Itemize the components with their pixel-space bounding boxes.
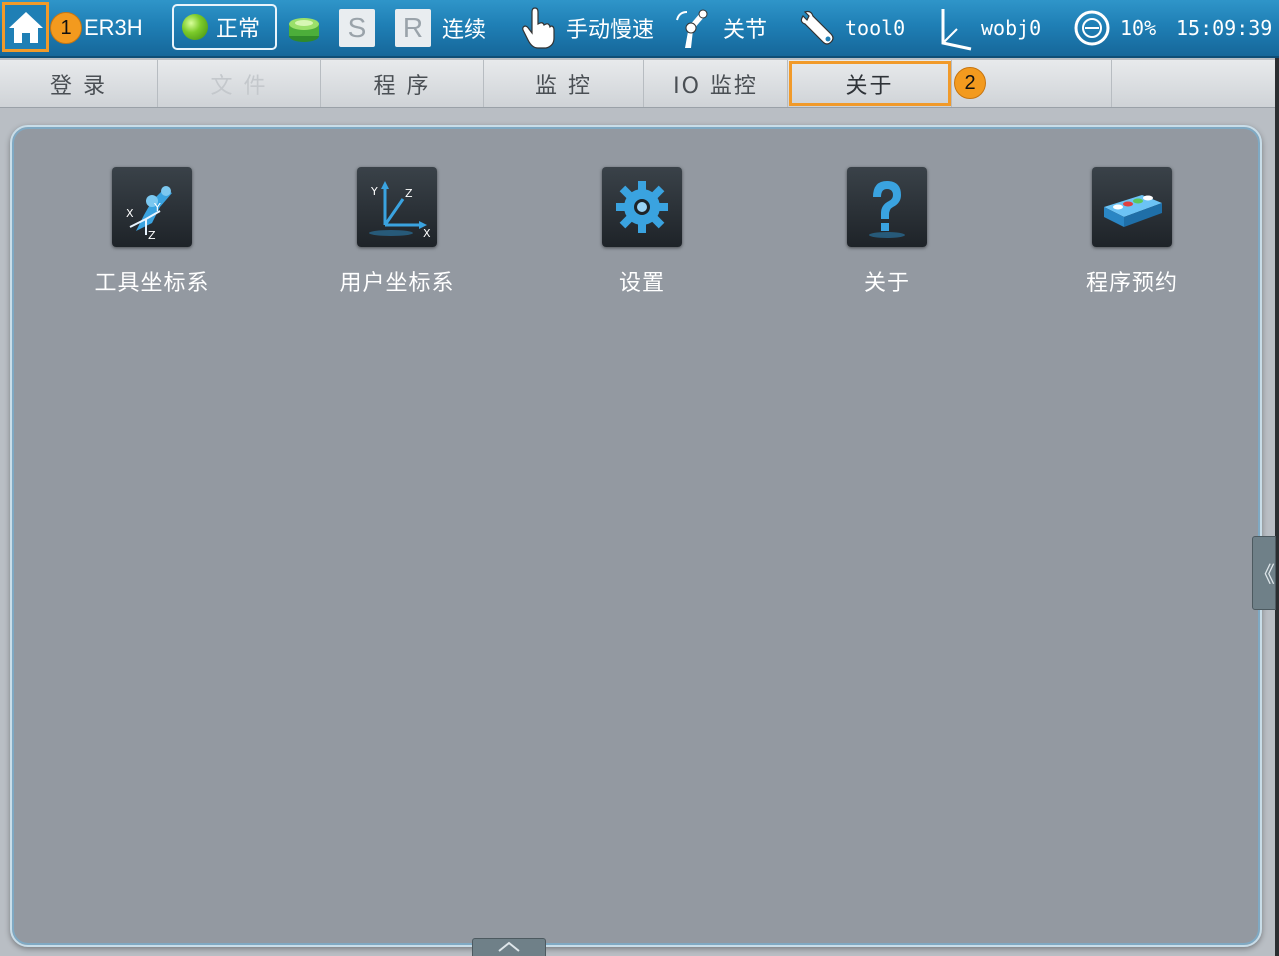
app-settings[interactable]: 设置 — [552, 167, 732, 297]
svg-text:Z: Z — [148, 229, 156, 242]
svg-text:X: X — [126, 207, 134, 220]
coord-mode-label: 关节 — [723, 18, 768, 43]
side-panel-toggle[interactable]: 《 — [1252, 536, 1276, 610]
tab-file[interactable]: 文 件 — [158, 60, 321, 107]
coord-mode-button[interactable]: 关节 — [675, 0, 767, 56]
controller-name: ER3H — [84, 15, 143, 40]
speed-label: 10% — [1120, 16, 1157, 40]
status-label: 正常 — [216, 17, 261, 42]
user-frame-axes-icon: Y Z X — [357, 167, 437, 247]
svg-text:Z: Z — [405, 187, 413, 200]
question-mark-icon — [847, 167, 927, 247]
clock: 15:09:39 — [1176, 16, 1273, 40]
robot-joint-icon — [676, 9, 708, 48]
tab-monitor[interactable]: 监 控 — [484, 60, 644, 107]
wrench-icon — [800, 10, 834, 45]
work-object-axes-icon — [941, 9, 972, 51]
tool-selector[interactable]: tool0 — [797, 0, 905, 56]
servo-indicator[interactable]: S — [339, 9, 375, 47]
top-status-bar: 1 ER3H 正常 S R 连续 手动慢速 关节 tool0 wobj0 10%… — [0, 0, 1279, 58]
status-indicator[interactable]: 正常 — [172, 4, 277, 50]
status-ok-icon — [182, 14, 208, 40]
app-label: 程序预约 — [1085, 271, 1178, 296]
robot-arm-axes-icon: X Y Z — [112, 167, 192, 247]
app-label: 关于 — [863, 271, 910, 296]
home-button[interactable] — [2, 2, 49, 52]
run-indicator[interactable]: R — [395, 9, 431, 47]
tab-io-monitor[interactable]: IO 监控 — [644, 60, 788, 107]
app-label: 工具坐标系 — [94, 271, 210, 296]
app-about[interactable]: 关于 — [797, 167, 977, 297]
window-edge — [1275, 58, 1279, 956]
svg-text:Y: Y — [153, 201, 161, 214]
speed-dial-icon — [1074, 10, 1110, 46]
svg-text:Y: Y — [370, 185, 378, 198]
app-launcher-panel: X Y Z 工具坐标系 Y Z X 用户坐标系 设置 关于 程序预约 — [10, 125, 1262, 947]
tab-login[interactable]: 登 录 — [0, 60, 158, 107]
app-label: 用户坐标系 — [339, 271, 455, 296]
speed-selector[interactable]: 10% — [1072, 0, 1156, 56]
run-mode[interactable]: 连续 — [442, 12, 486, 44]
tab-program[interactable]: 程 序 — [321, 60, 484, 107]
app-user-frame[interactable]: Y Z X 用户坐标系 — [307, 167, 487, 297]
bottom-panel-toggle[interactable] — [472, 938, 546, 956]
wobj-selector[interactable]: wobj0 — [935, 0, 1041, 56]
jog-mode-button[interactable]: 手动慢速 — [518, 0, 654, 56]
svg-text:X: X — [423, 227, 431, 240]
app-tool-frame[interactable]: X Y Z 工具坐标系 — [62, 167, 242, 297]
motor-status[interactable] — [286, 0, 322, 56]
wobj-label: wobj0 — [981, 16, 1042, 40]
home-icon — [8, 12, 43, 43]
tool-label: tool0 — [845, 16, 906, 40]
motor-power-icon — [289, 18, 319, 42]
hand-pointer-icon — [522, 7, 555, 49]
callout-2: 2 — [954, 67, 986, 99]
gear-icon — [602, 167, 682, 247]
jog-mode-label: 手动慢速 — [566, 18, 655, 43]
main-tab-bar: 登 录 文 件 程 序 监 控 IO 监控 关于 2 — [0, 60, 1275, 108]
app-label: 设置 — [618, 271, 665, 296]
block-lights-icon — [1092, 167, 1172, 247]
app-program-schedule[interactable]: 程序预约 — [1042, 167, 1222, 297]
chevron-up-icon — [498, 941, 520, 952]
tab-about[interactable]: 关于 — [788, 60, 952, 107]
callout-1: 1 — [50, 12, 82, 44]
